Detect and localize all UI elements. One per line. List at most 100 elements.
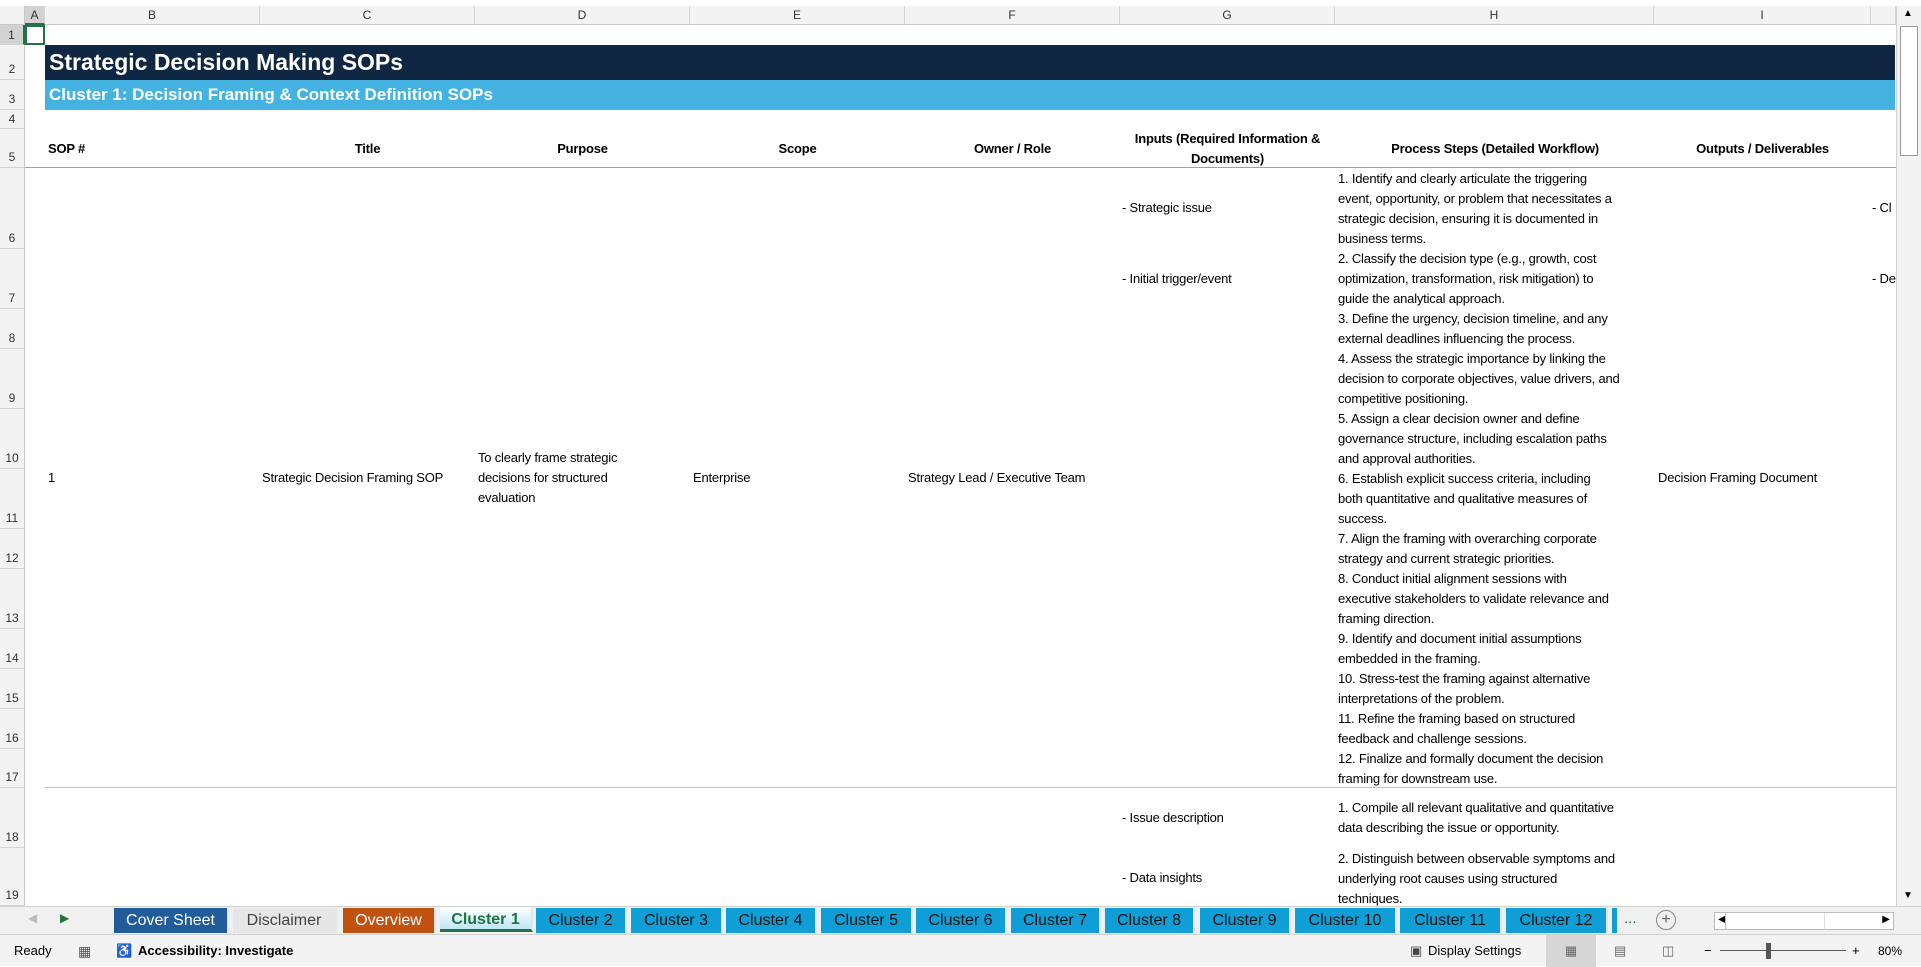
sop-title[interactable]: Strategic Decision Framing SOP	[262, 470, 443, 485]
row-divider	[45, 787, 1896, 788]
row-header[interactable]: 13	[0, 569, 25, 629]
column-header[interactable]: G	[1120, 6, 1335, 25]
step-line: guide the analytical approach.	[1338, 291, 1505, 306]
sop-purpose-line: decisions for structured	[478, 470, 608, 485]
sop-number[interactable]: 1	[48, 470, 55, 485]
page-break-view-icon[interactable]: ◫	[1662, 935, 1674, 967]
row-header[interactable]: 12	[0, 529, 25, 569]
accessibility-icon: ♿	[116, 943, 133, 958]
row-header[interactable]: 19	[0, 848, 25, 906]
row-header[interactable]: 10	[0, 409, 25, 469]
row-header[interactable]: 9	[0, 349, 25, 409]
header-inputs-line1: Inputs (Required Information &	[1134, 131, 1321, 146]
sheet-tab-cluster-4[interactable]: Cluster 4	[726, 908, 817, 933]
sheet-tab-cluster-5[interactable]: Cluster 5	[821, 908, 913, 933]
sop-owner[interactable]: Strategy Lead / Executive Team	[908, 470, 1086, 485]
step-line: embedded in the framing.	[1338, 651, 1481, 666]
step-line: 6. Establish explicit success criteria, …	[1338, 471, 1591, 486]
column-header[interactable]	[1871, 6, 1896, 25]
scroll-up-icon[interactable]: ▲	[1903, 8, 1913, 19]
sop-output[interactable]: Decision Framing Document	[1658, 470, 1817, 485]
row-header[interactable]: 2	[0, 45, 25, 80]
sheet-tab-cluster-6[interactable]: Cluster 6	[916, 908, 1007, 933]
sheet-tab-cluster-1[interactable]: Cluster 1	[440, 907, 533, 932]
scroll-right-icon[interactable]: ▶	[1882, 914, 1890, 925]
accessibility-status[interactable]: Accessibility: Investigate	[138, 935, 293, 967]
sheet-tab-cluster-2[interactable]: Cluster 2	[536, 908, 627, 933]
display-settings-button[interactable]: Display Settings	[1428, 935, 1521, 967]
macro-record-icon[interactable]: ▦	[78, 935, 91, 967]
row-header[interactable]: 1	[0, 25, 25, 45]
row-header[interactable]: 7	[0, 249, 25, 309]
column-header[interactable]: F	[905, 6, 1120, 25]
step-line: 7. Align the framing with overarching co…	[1338, 531, 1597, 546]
row-header[interactable]: 15	[0, 669, 25, 709]
normal-view-icon[interactable]: ▦	[1546, 935, 1596, 967]
zoom-slider-thumb[interactable]	[1766, 943, 1771, 959]
sop-scope[interactable]: Enterprise	[693, 470, 750, 485]
column-header[interactable]: B	[45, 6, 260, 25]
step-line: 2. Distinguish between observable sympto…	[1338, 851, 1615, 866]
sheet-tab-cluster-11[interactable]: Cluster 11	[1400, 908, 1502, 933]
horizontal-scrollbar[interactable]: ◀ ▶	[1714, 912, 1894, 930]
add-sheet-icon[interactable]: +	[1656, 910, 1676, 930]
step-line: success.	[1338, 511, 1387, 526]
step-line: 3. Define the urgency, decision timeline…	[1338, 311, 1608, 326]
scroll-down-icon[interactable]: ▼	[1903, 890, 1913, 901]
display-settings-icon: ▣	[1410, 943, 1423, 958]
step-line: event, opportunity, or problem that nece…	[1338, 191, 1612, 206]
page-layout-view-icon[interactable]: ▤	[1614, 935, 1626, 967]
row-header[interactable]: 3	[0, 80, 25, 110]
header-title: Title	[354, 141, 381, 156]
hscroll-thumb[interactable]	[1725, 913, 1825, 929]
row-header[interactable]: 6	[0, 168, 25, 249]
header-owner: Owner / Role	[973, 141, 1052, 156]
tab-scroll-right-icon[interactable]: ▶	[60, 911, 69, 925]
sheet-tab-cluster-8[interactable]: Cluster 8	[1105, 908, 1195, 933]
row-header[interactable]: 8	[0, 309, 25, 349]
row-header[interactable]: 16	[0, 709, 25, 749]
tab-partial[interactable]	[1612, 908, 1617, 933]
sheet-tab-cover-sheet[interactable]: Cover Sheet	[114, 908, 229, 933]
step-line: interpretations of the problem.	[1338, 691, 1505, 706]
step-line: competitive positioning.	[1338, 391, 1469, 406]
step-line: 10. Stress-test the framing against alte…	[1338, 671, 1591, 686]
select-all-corner[interactable]	[0, 6, 25, 25]
column-header[interactable]: D	[475, 6, 690, 25]
column-header[interactable]: I	[1654, 6, 1871, 25]
row-header[interactable]: 11	[0, 469, 25, 529]
header-divider	[25, 167, 1896, 168]
column-header[interactable]: H	[1335, 6, 1654, 25]
sheet-tab-cluster-3[interactable]: Cluster 3	[631, 908, 723, 933]
sheet-tab-cluster-9[interactable]: Cluster 9	[1200, 908, 1291, 933]
zoom-in-button[interactable]: +	[1852, 935, 1860, 967]
sheet-tab-cluster-10[interactable]: Cluster 10	[1295, 908, 1397, 933]
active-cell[interactable]	[25, 25, 45, 45]
row-header[interactable]: 18	[0, 788, 25, 848]
zoom-out-button[interactable]: −	[1704, 935, 1712, 967]
sheet-tab-bar: ◀ ▶ Cover Sheet Disclaimer Overview Cluster…	[0, 906, 1921, 934]
tab-scroll-left-icon[interactable]: ◀	[28, 911, 37, 925]
step-line: 2. Classify the decision type (e.g., gro…	[1338, 251, 1597, 266]
row-header[interactable]: 4	[0, 110, 25, 129]
row-header[interactable]: 17	[0, 749, 25, 788]
header-purpose: Purpose	[557, 141, 608, 156]
row-header[interactable]: 5	[0, 129, 25, 168]
step-line: 1. Identify and clearly articulate the t…	[1338, 171, 1587, 186]
next-column-text: - Cl	[1872, 200, 1892, 215]
sheet-tab-cluster-12[interactable]: Cluster 12	[1506, 908, 1608, 933]
sheet-tab-overview[interactable]: Overview	[343, 908, 436, 933]
column-header[interactable]: C	[260, 6, 475, 25]
sheet-tab-disclaimer[interactable]: Disclaimer	[233, 908, 337, 933]
zoom-level[interactable]: 80%	[1878, 935, 1902, 967]
row-header[interactable]: 14	[0, 629, 25, 669]
step-line: 12. Finalize and formally document the d…	[1338, 751, 1604, 766]
zoom-slider[interactable]	[1720, 950, 1846, 951]
step-line: underlying root causes using structured	[1338, 871, 1558, 886]
column-header[interactable]: E	[690, 6, 905, 25]
more-tabs-button[interactable]: ...	[1624, 910, 1637, 927]
vertical-scrollbar[interactable]: ▲ ▼	[1896, 6, 1921, 906]
scrollbar-thumb[interactable]	[1900, 26, 1918, 156]
column-header[interactable]: A	[25, 6, 45, 25]
sheet-tab-cluster-7[interactable]: Cluster 7	[1011, 908, 1101, 933]
